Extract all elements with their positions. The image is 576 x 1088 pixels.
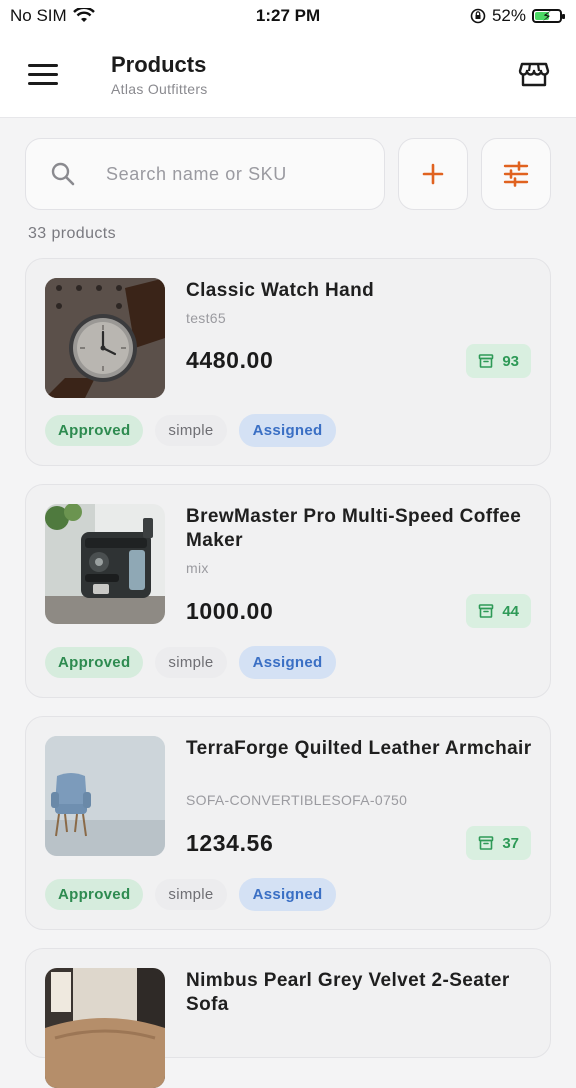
product-name: Classic Watch Hand [186, 280, 375, 301]
status-badge: Approved [45, 879, 144, 910]
add-product-button[interactable] [398, 138, 468, 210]
status-right: 52% ⚡ [470, 6, 565, 26]
page-title: Products [111, 52, 207, 77]
product-thumbnail [45, 504, 165, 624]
product-sku: SOFA-CONVERTIBLESOFA-0750 [186, 792, 408, 808]
wristwatch-photo [45, 278, 165, 398]
status-badge: Approved [45, 415, 144, 446]
status-bar: No SIM 1:27 PM 52% ⚡ [0, 0, 576, 34]
storefront-icon[interactable] [518, 58, 550, 90]
archive-box-icon [479, 836, 494, 850]
product-thumbnail [45, 736, 165, 856]
plus-icon [422, 163, 444, 185]
search-input[interactable] [106, 163, 366, 185]
archive-box-icon [479, 604, 494, 618]
armchair-photo [45, 736, 165, 856]
product-price: 1000.00 [186, 598, 274, 624]
assignment-badge: Assigned [238, 414, 337, 447]
assignment-badge: Assigned [238, 878, 337, 911]
sofa-photo [45, 968, 165, 1088]
product-price: 1234.56 [186, 830, 274, 856]
orientation-lock-icon [470, 8, 486, 24]
search-box[interactable] [25, 138, 385, 210]
filter-button[interactable] [481, 138, 551, 210]
battery-percent: 52% [491, 6, 526, 25]
product-sku: mix [186, 560, 209, 576]
product-thumbnail [45, 968, 165, 1088]
archive-box-icon [479, 354, 494, 368]
search-icon [51, 162, 75, 186]
product-card[interactable]: TerraForge Quilted Leather Armchair SOFA… [25, 716, 551, 930]
product-card[interactable]: BrewMaster Pro Multi-Speed Coffee Maker … [25, 484, 551, 698]
product-count: 33 products [28, 225, 117, 242]
product-name: BrewMaster Pro Multi-Speed Coffee Maker [186, 506, 522, 551]
product-tags: Approved simple Assigned [45, 646, 337, 679]
sliders-icon [503, 161, 529, 187]
battery-icon: ⚡ [532, 8, 565, 24]
stock-badge: 37 [466, 826, 531, 860]
stock-badge: 44 [466, 594, 531, 628]
hamburger-menu-icon[interactable] [28, 64, 58, 86]
title-block: Products Atlas Outfitters [111, 52, 208, 97]
search-toolbar [25, 138, 551, 210]
app-bar: Products Atlas Outfitters [0, 34, 576, 118]
product-price: 4480.00 [186, 347, 274, 373]
stock-count: 37 [502, 834, 519, 852]
stock-badge: 93 [466, 344, 531, 378]
product-name: TerraForge Quilted Leather Armchair [186, 738, 532, 759]
espresso-machine-photo [45, 504, 165, 624]
product-name: Nimbus Pearl Grey Velvet 2-Seater Sofa [186, 970, 510, 1015]
type-badge: simple [155, 879, 227, 910]
product-card[interactable]: Nimbus Pearl Grey Velvet 2-Seater Sofa [25, 948, 551, 1088]
product-thumbnail [45, 278, 165, 398]
status-badge: Approved [45, 647, 144, 678]
stock-count: 93 [502, 352, 519, 370]
stock-count: 44 [502, 602, 519, 620]
assignment-badge: Assigned [238, 646, 337, 679]
type-badge: simple [155, 647, 227, 678]
product-sku: test65 [186, 310, 226, 326]
product-tags: Approved simple Assigned [45, 878, 337, 911]
product-tags: Approved simple Assigned [45, 414, 337, 447]
product-card[interactable]: Classic Watch Hand test65 4480.00 93 App… [25, 258, 551, 466]
page-subtitle: Atlas Outfitters [111, 81, 208, 97]
type-badge: simple [155, 415, 227, 446]
